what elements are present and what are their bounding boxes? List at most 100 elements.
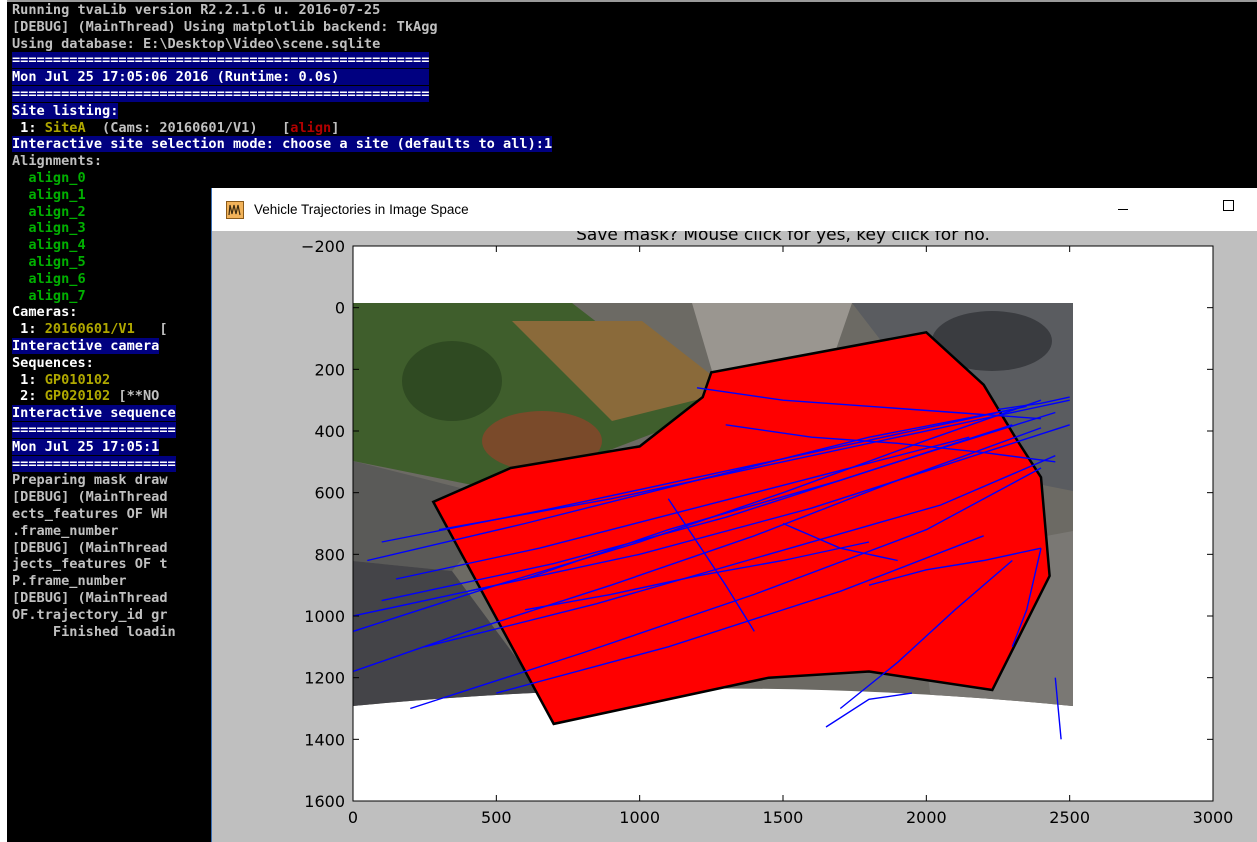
console-line: 2: GP020102 [**NO [12,388,159,404]
console-text: align_1 [12,186,86,203]
console-text: Cameras: [12,304,78,321]
y-tick-label: −200 [301,237,345,256]
console-text: GP010102 [44,371,111,388]
y-tick-label: 200 [314,360,345,379]
console-line: P.frame_number [12,573,127,589]
y-tick-label: 600 [314,484,345,503]
y-tick-label: 1400 [304,730,345,749]
y-tick-label: 800 [314,545,345,564]
console-line: [DEBUG] (MainThread [12,590,168,606]
y-tick-label: 1000 [304,607,345,626]
console-text: Alignments: [12,153,103,170]
console-line: Interactive site selection mode: choose … [12,136,553,153]
console-text: Mon Jul 25 17:05:1 [12,438,160,455]
console-line: [DEBUG] (MainThread) Using matplotlib ba… [12,19,438,35]
console-text: align_3 [12,220,86,237]
console-line: Interactive camera [12,338,160,354]
console-line: OF.trajectory_id gr [12,607,168,623]
console-text: [DEBUG] (MainThread [12,590,168,606]
console-line: Preparing mask draw [12,472,168,488]
console-line: ==================== [12,422,176,438]
console-line: align_2 [12,203,86,220]
console-line: Mon Jul 25 17:05:1 [12,438,160,455]
x-tick-label: 3000 [1193,808,1234,827]
minimize-icon [1118,209,1128,210]
console-text: Sequences: [12,354,94,371]
console-text: Using database: E:\Desktop\Video\scene.s… [12,35,381,52]
console-text: .frame_number [12,522,119,539]
console-line: align_7 [12,287,86,304]
x-tick-label: 2500 [1049,808,1090,827]
console-text: [**NO [110,388,160,405]
console-text: P.frame_number [12,573,127,590]
console-text: Interactive camera [12,338,160,354]
minimize-button[interactable] [1101,194,1145,226]
console-text: OF.trajectory_id gr [12,606,168,623]
console-text: align_5 [12,254,86,270]
console-line: align_0 [12,170,85,186]
console-line: align_4 [12,237,86,254]
x-tick-label: 500 [481,808,512,827]
console-text: align_6 [12,270,86,287]
console-line: 1: GP010102 [12,372,110,388]
console-text: ========================================… [12,52,430,69]
x-tick-label: 1500 [763,808,804,827]
console-line: ========================================… [12,86,430,102]
console-text: 2: [12,388,45,405]
console-text: [DEBUG] (MainThread [12,489,168,506]
console-line: 1: 20160601/V1 [ [12,321,168,338]
console-line: align_6 [12,270,86,287]
console-line: [DEBUG] (MainThread [12,540,168,556]
console-line: Sequences: [12,355,94,371]
console-text: Interactive sequence [12,405,176,422]
console-line: 1: SiteA (Cams: 20160601/V1) [align] [12,120,339,136]
plot-title: Save mask? Mouse click for yes, key clic… [576,231,990,245]
console-text: [DEBUG] (MainThread [12,539,168,556]
console-line: [DEBUG] (MainThread [12,489,168,505]
console-text: jects_features OF t [12,556,168,573]
console-text: Site listing: [12,102,119,119]
console-line: Cameras: [12,304,77,320]
x-tick-label: 2000 [906,808,947,827]
console-text: 20160601/V1 [44,321,135,338]
console-line: Interactive sequence [12,405,176,422]
console-text: align [290,119,332,136]
console-line: align_3 [12,220,86,237]
y-tick-label: 400 [314,422,345,441]
console-line: align_5 [12,254,86,270]
x-tick-label: 1000 [619,808,660,827]
console-line: align_1 [12,186,86,203]
console-text: Running tvaLib version R2.2.1.6 u. 2016-… [12,2,381,18]
top-border [7,0,1257,2]
console-text: align_2 [12,203,86,220]
console-text: Finished loadin [12,623,176,640]
window-titlebar[interactable]: Vehicle Trajectories in Image Space [212,188,1257,231]
console-text: Mon Jul 25 17:05:06 2016 (Runtime: 0.0s) [12,69,430,86]
console-text: align_7 [12,287,86,304]
console-line: Mon Jul 25 17:05:06 2016 (Runtime: 0.0s) [12,69,430,86]
console-text: Interactive site selection mode: choose … [12,136,553,153]
y-tick-label: 0 [335,299,345,318]
console-text: align_4 [12,237,86,254]
console-text: ========================================… [12,86,430,102]
figure-window[interactable]: Vehicle Trajectories in Image Space 0 50… [211,188,1257,842]
y-tick-label: 1600 [304,792,345,811]
console-text: [ [134,321,168,338]
console-text: Preparing mask draw [12,472,168,489]
console-line: Alignments: [12,153,102,169]
console-text: ==================== [12,422,176,438]
y-tick-label: 1200 [304,669,345,688]
console-text: (Cams: 20160601/V1) [ [85,119,291,136]
console-text: 1: [12,119,45,136]
maximize-button[interactable] [1207,194,1251,226]
console-line: Using database: E:\Desktop\Video\scene.s… [12,36,380,52]
console-line: ==================== [12,455,176,472]
console-text: 1: [12,371,45,388]
trajectory-plot[interactable]: 0 500 1000 1500 2000 2500 3000 −200 0 200 400 600 8… [212,231,1257,842]
console-line: Running tvaLib version R2.2.1.6 u. 2016-… [12,2,380,18]
console-text: 1: [12,321,45,338]
console-line: jects_features OF t [12,556,168,572]
console-text: SiteA [44,119,86,136]
maximize-icon [1223,200,1234,211]
console-text: ects_features OF WH [12,506,168,522]
